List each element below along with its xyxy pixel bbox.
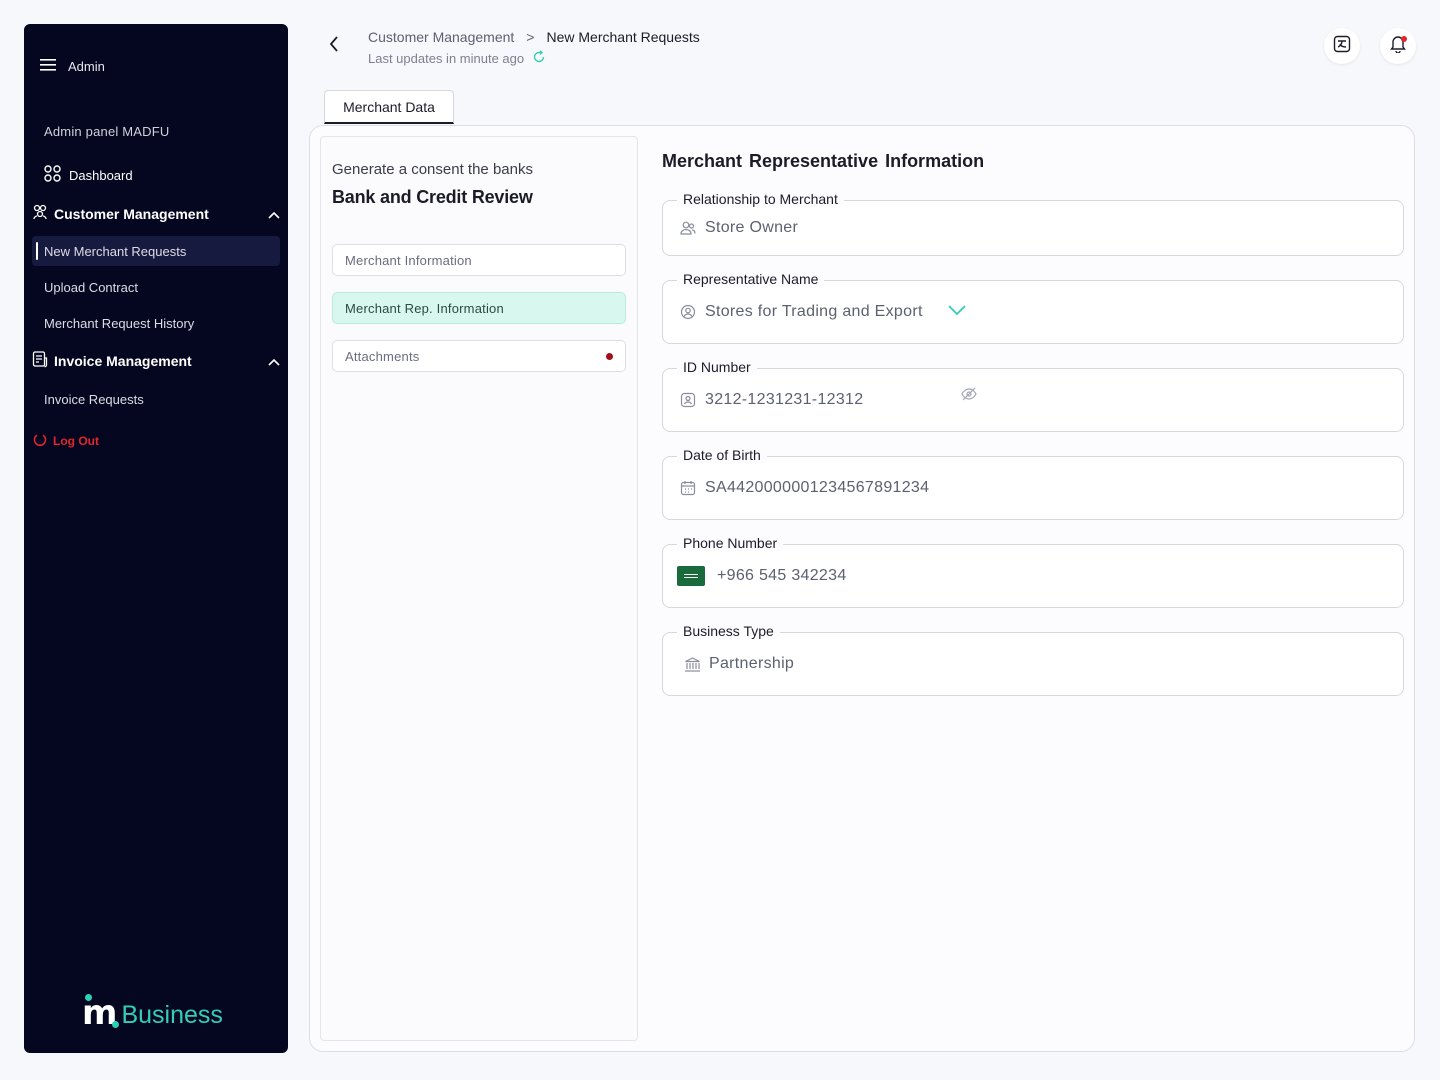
brand-logo: m Business: [82, 993, 223, 1033]
step-merchant-information[interactable]: Merchant Information: [332, 244, 626, 276]
step-merchant-rep-information[interactable]: Merchant Rep. Information: [332, 292, 626, 324]
field-value: +966 545 342234: [717, 567, 847, 584]
user-badge-icon: [679, 303, 697, 321]
sidebar-item-new-merchant-requests[interactable]: New Merchant Requests: [32, 236, 280, 266]
representative-name-select[interactable]: Representative Name Stores for Trading a…: [662, 271, 1404, 344]
sidebar-item-upload-contract[interactable]: Upload Contract: [32, 272, 280, 302]
field-value: Stores for Trading and Export: [705, 303, 923, 320]
form-title: Merchant Representative Information: [662, 151, 985, 171]
sidebar-item-merchant-request-history[interactable]: Merchant Request History: [32, 308, 280, 338]
field-value: 3212-1231231-12312: [705, 391, 864, 408]
sidebar-item-label: Invoice Requests: [44, 391, 144, 407]
power-icon: [33, 432, 47, 449]
sidebar-item-invoice-requests[interactable]: Invoice Requests: [32, 384, 280, 414]
translate-button[interactable]: [1324, 28, 1360, 64]
step-label: Merchant Rep. Information: [345, 300, 504, 316]
sidebar-menu-toggle[interactable]: Admin: [40, 58, 105, 75]
panel-title: Admin panel MADFU: [44, 124, 170, 139]
field-value: SA4420000001234567891234: [705, 479, 930, 496]
sidebar-item-label: Upload Contract: [44, 279, 138, 295]
id-number-field[interactable]: ID Number 3212-1231231-12312: [662, 359, 1404, 432]
sidebar-item-label: Dashboard: [69, 167, 133, 183]
chevron-up-icon: [268, 353, 280, 369]
people-icon: [32, 204, 48, 223]
sidebar-item-label: New Merchant Requests: [44, 243, 187, 259]
field-label: ID Number: [677, 359, 757, 375]
steps-subtitle: Generate a consent the banks: [332, 161, 533, 178]
field-label: Business Type: [677, 623, 780, 639]
breadcrumb-parent[interactable]: Customer Management: [368, 29, 514, 45]
hamburger-icon: [40, 58, 58, 75]
date-of-birth-field[interactable]: Date of Birth SA4420000001234567891234: [662, 447, 1404, 520]
field-label: Representative Name: [677, 271, 825, 287]
logout-label: Log Out: [53, 433, 99, 448]
sidebar-section-invoice-management[interactable]: Invoice Management: [32, 351, 280, 371]
step-attachments[interactable]: Attachments: [332, 340, 626, 372]
saudi-flag-icon: [677, 566, 705, 586]
step-label: Attachments: [345, 348, 420, 364]
tab-merchant-data[interactable]: Merchant Data: [324, 90, 454, 124]
breadcrumb-separator: >: [526, 29, 535, 45]
last-updated-text: Last updates in minute ago: [368, 51, 525, 66]
chevron-down-icon[interactable]: [947, 303, 967, 321]
breadcrumb-current: New Merchant Requests: [546, 29, 700, 45]
logo-word: Business: [121, 1001, 223, 1029]
section-label: Customer Management: [54, 205, 209, 222]
notifications-button[interactable]: [1380, 28, 1416, 64]
admin-label: Admin: [68, 59, 105, 74]
refresh-icon[interactable]: [532, 50, 546, 67]
sidebar-section-customer-management[interactable]: Customer Management: [32, 204, 280, 223]
logout-button[interactable]: Log Out: [33, 432, 99, 449]
field-label: Date of Birth: [677, 447, 767, 463]
translate-icon: [1333, 35, 1351, 58]
id-card-icon: [679, 391, 697, 409]
logo-mark-icon: m: [82, 993, 120, 1033]
relationship-field[interactable]: Relationship to Merchant Store Owner: [662, 191, 1404, 256]
steps-title: Bank and Credit Review: [332, 187, 533, 207]
field-label: Phone Number: [677, 535, 784, 551]
breadcrumb: Customer Management > New Merchant Reque…: [368, 29, 700, 45]
last-updated: Last updates in minute ago: [368, 50, 546, 67]
alert-dot: [606, 352, 613, 360]
notification-badge: [1401, 36, 1407, 42]
business-type-field[interactable]: Business Type Partnership: [662, 623, 1404, 696]
users-icon: [679, 219, 697, 237]
step-label: Merchant Information: [345, 252, 472, 268]
section-label: Invoice Management: [54, 353, 192, 369]
chevron-up-icon: [268, 206, 280, 222]
field-value: Partnership: [709, 655, 795, 672]
field-value: Store Owner: [705, 219, 799, 236]
sidebar-item-label: Merchant Request History: [44, 315, 195, 331]
sidebar: Admin Admin panel MADFU Dashboard Custom…: [24, 24, 288, 1053]
sidebar-item-dashboard[interactable]: Dashboard: [44, 165, 133, 185]
field-label: Relationship to Merchant: [677, 191, 844, 207]
chevron-left-icon: [329, 35, 339, 57]
grid-icon: [44, 165, 61, 185]
back-button[interactable]: [322, 34, 346, 58]
phone-number-field[interactable]: Phone Number +966 545 342234: [662, 535, 1404, 608]
calendar-icon: [679, 479, 697, 497]
bank-icon: [683, 655, 701, 673]
eye-off-icon[interactable]: [961, 387, 977, 406]
invoice-icon: [32, 351, 48, 371]
